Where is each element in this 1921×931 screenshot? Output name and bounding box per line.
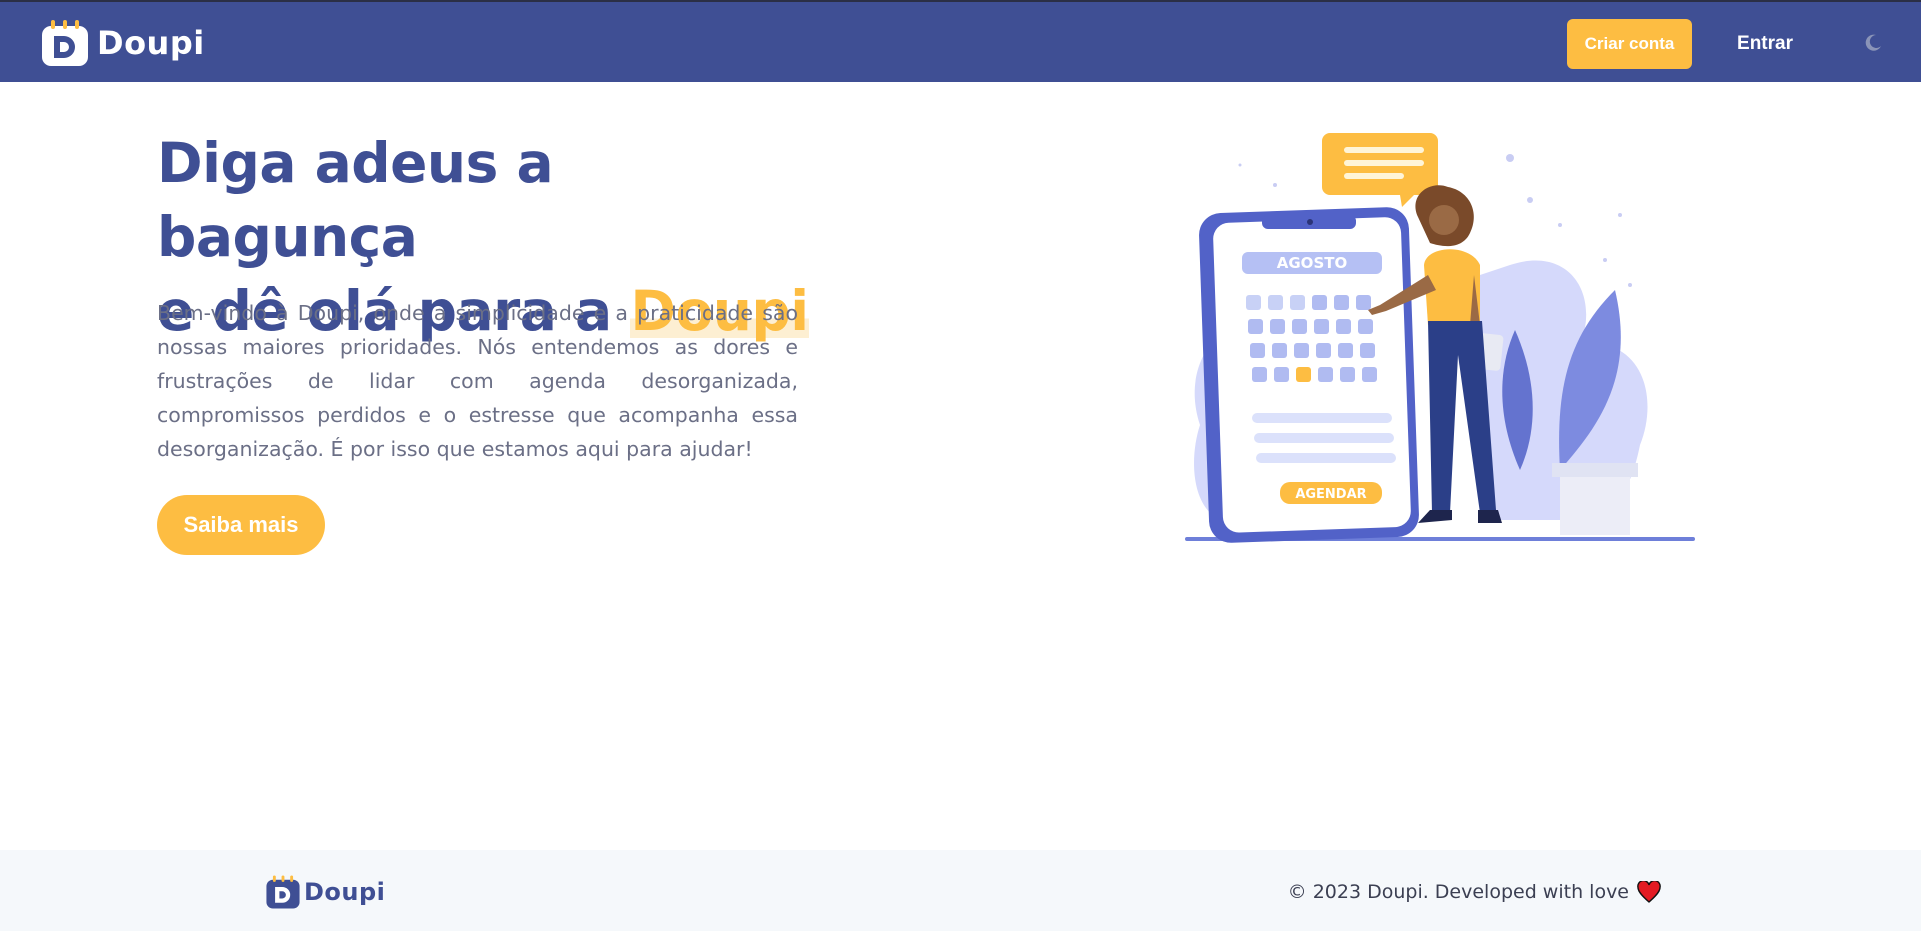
top-navbar: Doupi Criar conta Entrar <box>0 0 1921 82</box>
calendar-logo-icon <box>42 20 88 66</box>
month-label: AGOSTO <box>1277 254 1347 272</box>
navbar-logo-text: Doupi <box>97 24 205 62</box>
theme-toggle-button[interactable] <box>1860 30 1886 56</box>
footer-logo[interactable]: Doupi <box>265 872 385 912</box>
navbar-logo[interactable]: Doupi <box>40 16 205 70</box>
moon-icon <box>1865 34 1881 51</box>
create-account-button[interactable]: Criar conta <box>1567 19 1692 69</box>
hero-description: Bem-vindo à Doupi, onde a simplicidade e… <box>157 301 798 461</box>
learn-more-button[interactable]: Saiba mais <box>157 495 325 555</box>
hero-title-line1: Diga adeus a bagunça <box>157 131 554 269</box>
heart-icon <box>1637 881 1661 903</box>
calendar-logo-icon <box>266 875 300 909</box>
footer-logo-text: Doupi <box>304 878 386 906</box>
calendar-phone-illustration: AGOSTO AGENDAR <box>1185 133 1695 543</box>
page-footer: Doupi © 2023 Doupi. Developed with love <box>0 850 1921 931</box>
footer-copyright: © 2023 Doupi. Developed with love <box>1288 872 1661 912</box>
login-button[interactable]: Entrar <box>1722 19 1808 69</box>
copyright-text: © 2023 Doupi. Developed with love <box>1287 881 1629 903</box>
schedule-label: AGENDAR <box>1295 487 1366 502</box>
